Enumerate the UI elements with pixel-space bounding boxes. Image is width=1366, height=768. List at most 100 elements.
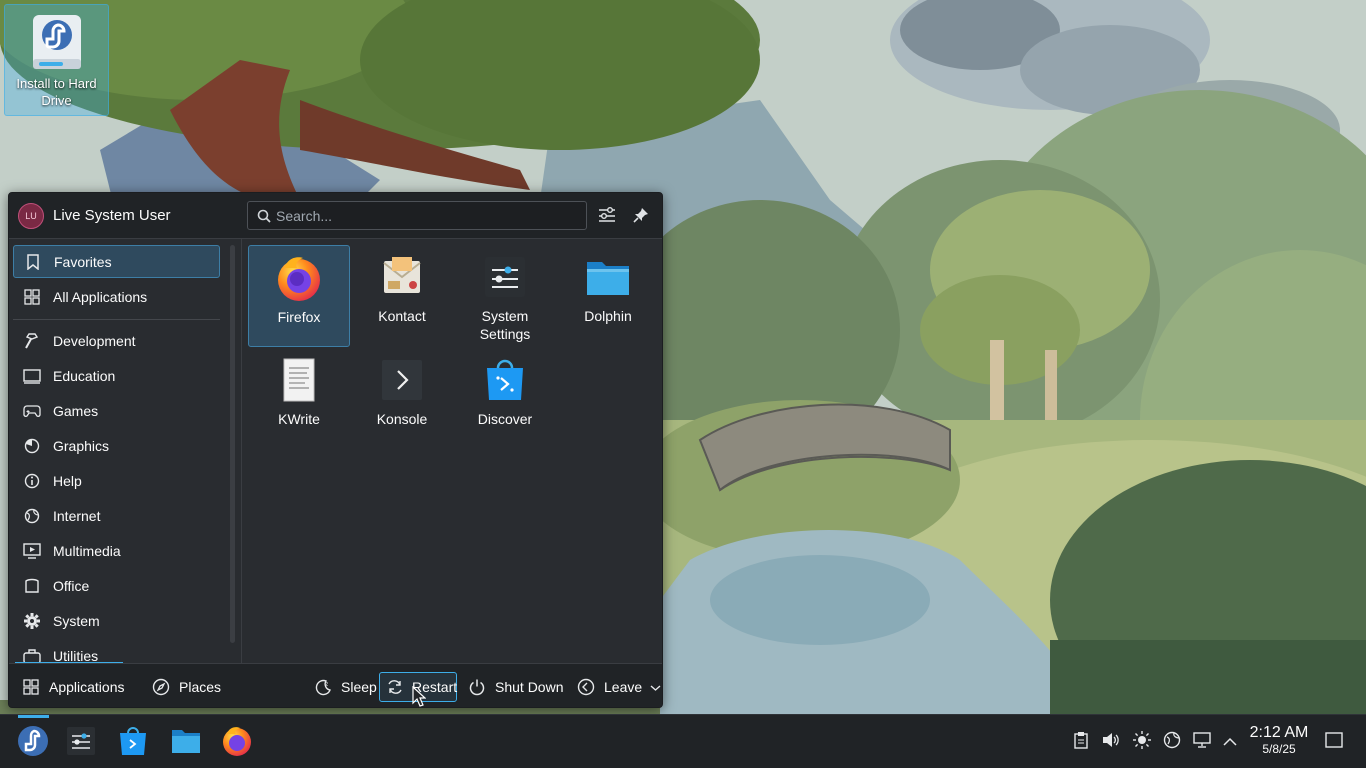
leave-button[interactable]: Leave (570, 672, 662, 702)
favorite-kwrite[interactable]: KWrite (248, 348, 350, 450)
dolphin-folder-icon (170, 725, 202, 760)
application-launcher: LU Live System User Favorites All Appli (8, 192, 663, 708)
taskbar-discover[interactable] (113, 722, 153, 762)
favorite-system-settings[interactable]: System Settings (454, 245, 556, 347)
clock-date: 5/8/25 (1262, 742, 1296, 756)
tab-applications[interactable]: Applications (15, 672, 131, 702)
sidebar-scrollbar[interactable] (230, 245, 235, 643)
configure-icon (598, 206, 616, 227)
favorite-discover[interactable]: Discover (454, 348, 556, 450)
favorite-label: Discover (477, 411, 533, 427)
favorite-label: KWrite (278, 411, 320, 427)
category-label: Multimedia (53, 542, 121, 559)
category-label: Graphics (53, 437, 110, 454)
chevron-down-icon (650, 679, 661, 695)
tab-label: Places (179, 679, 222, 695)
favorite-konsole[interactable]: Konsole (351, 348, 453, 450)
avatar[interactable]: LU (18, 203, 44, 229)
search-input[interactable] (276, 205, 576, 226)
system-settings-icon (65, 725, 97, 760)
bookmark-icon (21, 250, 45, 274)
pin-icon (633, 207, 649, 226)
favorite-firefox[interactable]: Firefox (248, 245, 350, 347)
tray-expander[interactable] (1218, 729, 1242, 753)
globe-icon (20, 504, 44, 528)
search-icon (257, 209, 271, 226)
search-field[interactable] (247, 201, 587, 230)
username: Live System User (53, 207, 171, 224)
category-utilities[interactable]: Utilities (13, 639, 220, 663)
taskbar-dolphin[interactable] (166, 722, 206, 762)
taskbar-firefox[interactable] (217, 722, 257, 762)
active-indicator (18, 715, 49, 718)
sleep-button[interactable]: z Sleep (307, 672, 383, 702)
favorite-kontact[interactable]: Kontact (351, 245, 453, 347)
dolphin-folder-icon (584, 253, 632, 301)
category-sidebar: Favorites All Applications Development E… (9, 239, 225, 663)
favorite-label: Kontact (378, 308, 426, 324)
pin-button[interactable] (628, 203, 654, 229)
gear-icon (20, 609, 44, 633)
clipboard-icon (1073, 731, 1089, 752)
category-graphics[interactable]: Graphics (13, 429, 220, 462)
category-label: All Applications (53, 288, 148, 305)
category-system[interactable]: System (13, 604, 220, 637)
taskbar-system-settings[interactable] (61, 722, 101, 762)
category-multimedia[interactable]: Multimedia (13, 534, 220, 567)
power-icon (467, 677, 487, 697)
grid-icon (20, 285, 44, 309)
gamepad-icon (20, 399, 44, 423)
favorite-dolphin[interactable]: Dolphin (557, 245, 659, 347)
discover-icon (481, 356, 529, 404)
category-label: Games (53, 402, 99, 419)
launcher-header: LU Live System User (9, 193, 662, 239)
chevron-up-icon (1223, 733, 1237, 749)
tab-label: Applications (49, 679, 125, 695)
clock-time: 2:12 AM (1249, 724, 1309, 741)
utilities-icon (20, 644, 44, 663)
category-label: Favorites (54, 253, 112, 270)
category-office[interactable]: Office (13, 569, 220, 602)
launcher-footer: Applications Places z Sleep Restart Shut… (9, 663, 662, 707)
tray-brightness[interactable] (1130, 729, 1154, 753)
digital-clock[interactable]: 2:12 AM 5/8/25 (1244, 723, 1314, 756)
education-icon (20, 364, 44, 388)
mouse-cursor (412, 685, 427, 711)
desktop-icon-install[interactable]: Install to Hard Drive (4, 4, 109, 116)
tray-clipboard[interactable] (1069, 729, 1093, 753)
tray-volume[interactable] (1099, 729, 1123, 753)
configure-button[interactable] (594, 203, 620, 229)
show-desktop-icon (1325, 731, 1343, 751)
tray-display[interactable] (1190, 729, 1214, 753)
category-label: System (53, 612, 100, 629)
category-development[interactable]: Development (13, 324, 220, 357)
fedora-installer-icon (31, 13, 83, 71)
category-label: Utilities (53, 647, 99, 664)
firefox-icon (275, 254, 323, 302)
category-help[interactable]: Help (13, 464, 220, 497)
hammer-icon (20, 329, 44, 353)
show-desktop-button[interactable] (1322, 729, 1346, 753)
graphics-icon (20, 434, 44, 458)
category-internet[interactable]: Internet (13, 499, 220, 532)
kontact-icon (378, 253, 426, 301)
category-label: Education (53, 367, 116, 384)
category-games[interactable]: Games (13, 394, 220, 427)
category-education[interactable]: Education (13, 359, 220, 392)
multimedia-icon (20, 539, 44, 563)
category-all-applications[interactable]: All Applications (13, 280, 220, 313)
favorite-label: Konsole (376, 411, 428, 427)
taskbar-launcher[interactable] (13, 722, 53, 762)
volume-icon (1102, 732, 1120, 751)
shutdown-button[interactable]: Shut Down (461, 672, 569, 702)
grid-icon (21, 677, 41, 697)
tab-places[interactable]: Places (145, 672, 227, 702)
display-icon (1193, 731, 1211, 751)
action-label: Shut Down (495, 679, 564, 695)
category-favorites[interactable]: Favorites (13, 245, 220, 278)
fedora-launcher-icon (17, 725, 49, 760)
firefox-icon (221, 725, 253, 760)
favorite-label: Dolphin (584, 308, 632, 324)
tray-network[interactable] (1160, 729, 1184, 753)
category-label: Office (53, 577, 90, 594)
